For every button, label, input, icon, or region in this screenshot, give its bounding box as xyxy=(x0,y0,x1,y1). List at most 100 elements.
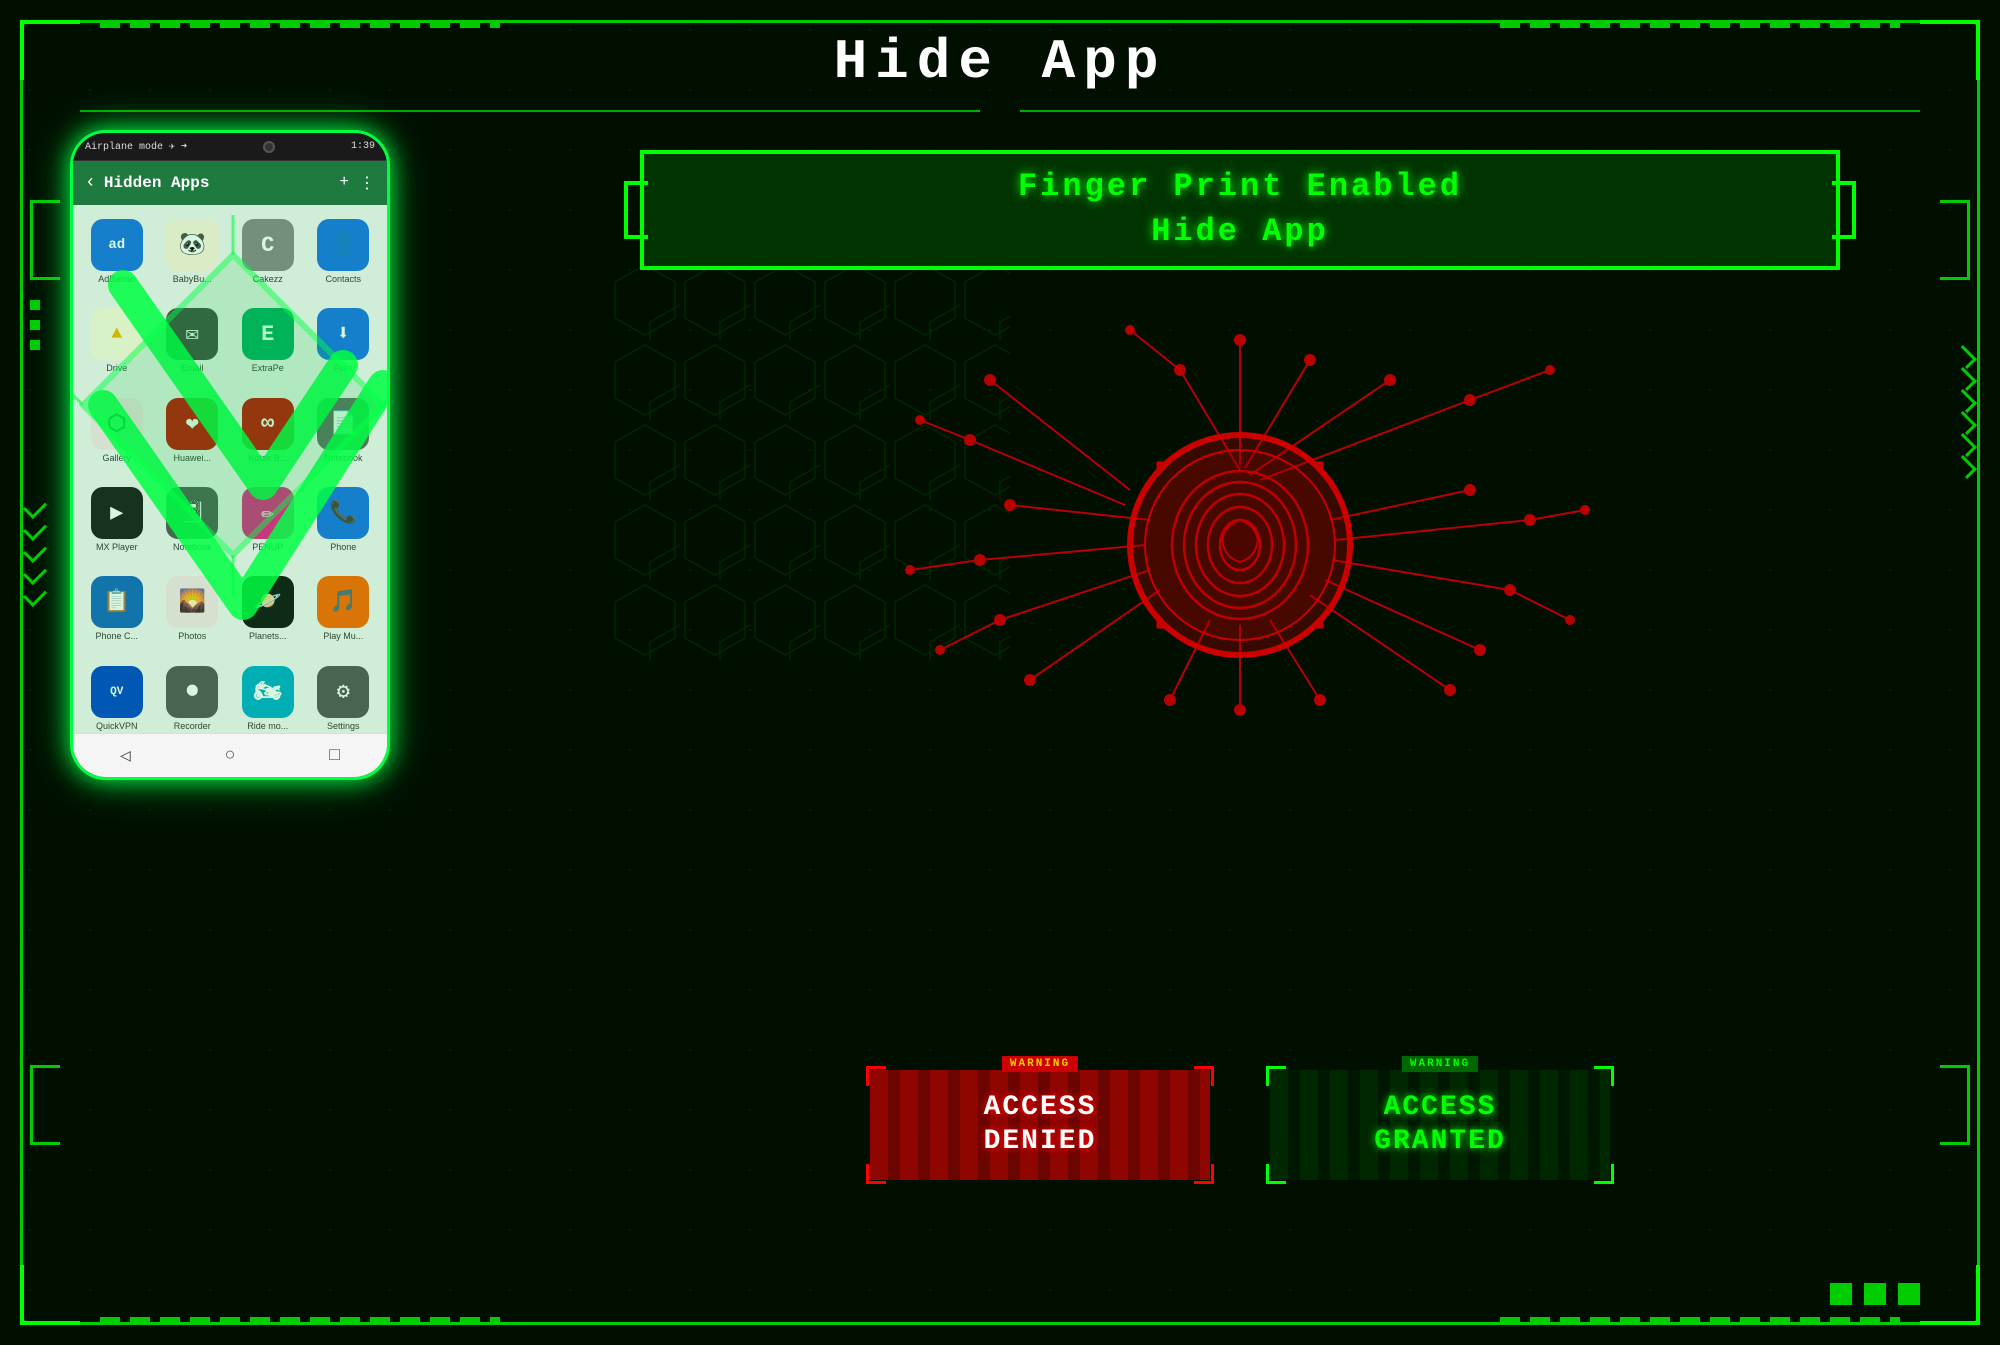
app-label: Play Mu... xyxy=(323,631,363,641)
dot-1 xyxy=(1830,1283,1852,1305)
app-label: Phone C... xyxy=(95,631,138,641)
fingerprint-label-box: Finger Print Enabled Hide App xyxy=(640,150,1840,270)
corner-bl xyxy=(20,1265,80,1325)
app-icon: 👤 xyxy=(317,219,369,271)
app-icon: 🎵 xyxy=(317,576,369,628)
granted-corner-tl xyxy=(1266,1066,1286,1086)
granted-corner-bl xyxy=(1266,1164,1286,1184)
app-item[interactable]: ❤ Huawei... xyxy=(157,392,229,477)
corner-tl xyxy=(20,20,80,80)
app-item[interactable]: 📓 Notebook xyxy=(157,481,229,566)
app-item[interactable]: 👤 Contacts xyxy=(308,213,380,298)
app-label: Notebook xyxy=(173,542,212,552)
app-icon: C xyxy=(242,219,294,271)
app-item[interactable]: 🐼 BabyBu... xyxy=(157,213,229,298)
dot-3 xyxy=(1898,1283,1920,1305)
access-granted-text: ACCESSGRANTED xyxy=(1374,1091,1506,1158)
app-label: Kotak B... xyxy=(248,453,287,463)
phone-mockup: Airplane mode ✈ ➜ 1:39 ‹ Hidden Apps + ⋮… xyxy=(70,130,390,780)
access-denied-container: WARNING ACCESSDENIED xyxy=(870,1070,1210,1180)
app-label: Ride mo... xyxy=(247,721,288,731)
fp-line1: Finger Print Enabled xyxy=(1018,168,1462,205)
app-icon: ∞ xyxy=(242,398,294,450)
phone-toolbar: ‹ Hidden Apps + ⋮ xyxy=(73,161,387,205)
app-item[interactable]: ∞ Kotak B... xyxy=(232,392,304,477)
left-bracket-top xyxy=(30,200,60,280)
dot-2 xyxy=(1864,1283,1886,1305)
app-item[interactable]: ▶ MX Player xyxy=(81,481,153,566)
app-icon: ⚙ xyxy=(317,666,369,718)
app-label: Email xyxy=(181,363,204,373)
title-line-left xyxy=(80,110,980,112)
app-icon: 🐼 xyxy=(166,219,218,271)
app-item[interactable]: E ExtraPe xyxy=(232,302,304,387)
phone-toolbar-icons: + ⋮ xyxy=(339,173,375,193)
app-item[interactable]: ⬡ Gallery xyxy=(81,392,153,477)
add-icon[interactable]: + xyxy=(339,173,349,193)
corner-tr xyxy=(1920,20,1980,80)
denied-corner-tl xyxy=(866,1066,886,1086)
app-item[interactable]: ✉ Email xyxy=(157,302,229,387)
right-panel: Finger Print Enabled Hide App xyxy=(560,130,1920,1260)
top-bar-right xyxy=(1500,20,1900,28)
app-icon: QV xyxy=(91,666,143,718)
fp-line2: Hide App xyxy=(1151,213,1329,250)
app-icon: 🪐 xyxy=(242,576,294,628)
back-nav-btn[interactable]: ◁ xyxy=(120,745,131,767)
title-line-right xyxy=(1020,110,1920,112)
granted-corner-br xyxy=(1594,1164,1614,1184)
app-item[interactable]: ad AdBanao xyxy=(81,213,153,298)
app-label: Phone xyxy=(330,542,356,552)
app-item[interactable]: ✏ PENUP xyxy=(232,481,304,566)
app-item[interactable]: ▲ Drive xyxy=(81,302,153,387)
phone-status-left: Airplane mode ✈ ➜ xyxy=(85,141,187,153)
warning-badge-denied: WARNING xyxy=(1002,1056,1078,1072)
side-chevrons xyxy=(25,500,45,602)
app-label: Gallery xyxy=(102,453,131,463)
app-label: Notebook xyxy=(324,453,363,463)
phone-status-right: 1:39 xyxy=(351,141,375,152)
top-bar-left xyxy=(100,20,500,28)
app-icon: ✉ xyxy=(166,308,218,360)
app-label: MX Player xyxy=(96,542,138,552)
app-icon: ▲ xyxy=(91,308,143,360)
app-icon: 📋 xyxy=(91,576,143,628)
denied-corner-tr xyxy=(1194,1066,1214,1086)
right-bracket-top xyxy=(1940,200,1970,280)
app-item[interactable]: ⬇ Files xyxy=(308,302,380,387)
app-icon: 📓 xyxy=(166,487,218,539)
app-icon: 🏍 xyxy=(242,666,294,718)
app-label: Drive xyxy=(106,363,127,373)
app-item[interactable]: 🎵 Play Mu... xyxy=(308,570,380,655)
fingerprint-graphic xyxy=(890,310,1590,730)
app-item[interactable]: 📋 Phone C... xyxy=(81,570,153,655)
app-item[interactable]: 📄 Notebook xyxy=(308,392,380,477)
phone-status-bar: Airplane mode ✈ ➜ 1:39 xyxy=(73,133,387,161)
fingerprint-label-text: Finger Print Enabled Hide App xyxy=(1018,165,1462,255)
left-bracket-bottom xyxy=(30,1065,60,1145)
app-icon: E xyxy=(242,308,294,360)
app-icon: ▶ xyxy=(91,487,143,539)
app-label: BabyBu... xyxy=(173,274,212,284)
warning-badge-granted: WARNING xyxy=(1402,1056,1478,1072)
app-label: Contacts xyxy=(325,274,361,284)
phone-back-button[interactable]: ‹ xyxy=(85,173,96,193)
app-item[interactable]: 🌄 Photos xyxy=(157,570,229,655)
more-icon[interactable]: ⋮ xyxy=(359,173,375,193)
recent-nav-btn[interactable]: □ xyxy=(329,746,340,766)
app-label: QuickVPN xyxy=(96,721,138,731)
corner-br xyxy=(1920,1265,1980,1325)
app-icon: ⬇ xyxy=(317,308,369,360)
app-label: Files xyxy=(334,363,353,373)
home-nav-btn[interactable]: ○ xyxy=(225,746,236,766)
app-item[interactable]: C Cakezz xyxy=(232,213,304,298)
app-item[interactable]: 📞 Phone xyxy=(308,481,380,566)
app-icon: 📄 xyxy=(317,398,369,450)
phone-toolbar-title: Hidden Apps xyxy=(104,174,332,192)
app-label: Settings xyxy=(327,721,360,731)
app-label: PENUP xyxy=(252,542,283,552)
phone-navbar: ◁ ○ □ xyxy=(73,733,387,777)
app-icon: ⬡ xyxy=(91,398,143,450)
denied-corner-bl xyxy=(866,1164,886,1184)
app-item[interactable]: 🪐 Planets... xyxy=(232,570,304,655)
